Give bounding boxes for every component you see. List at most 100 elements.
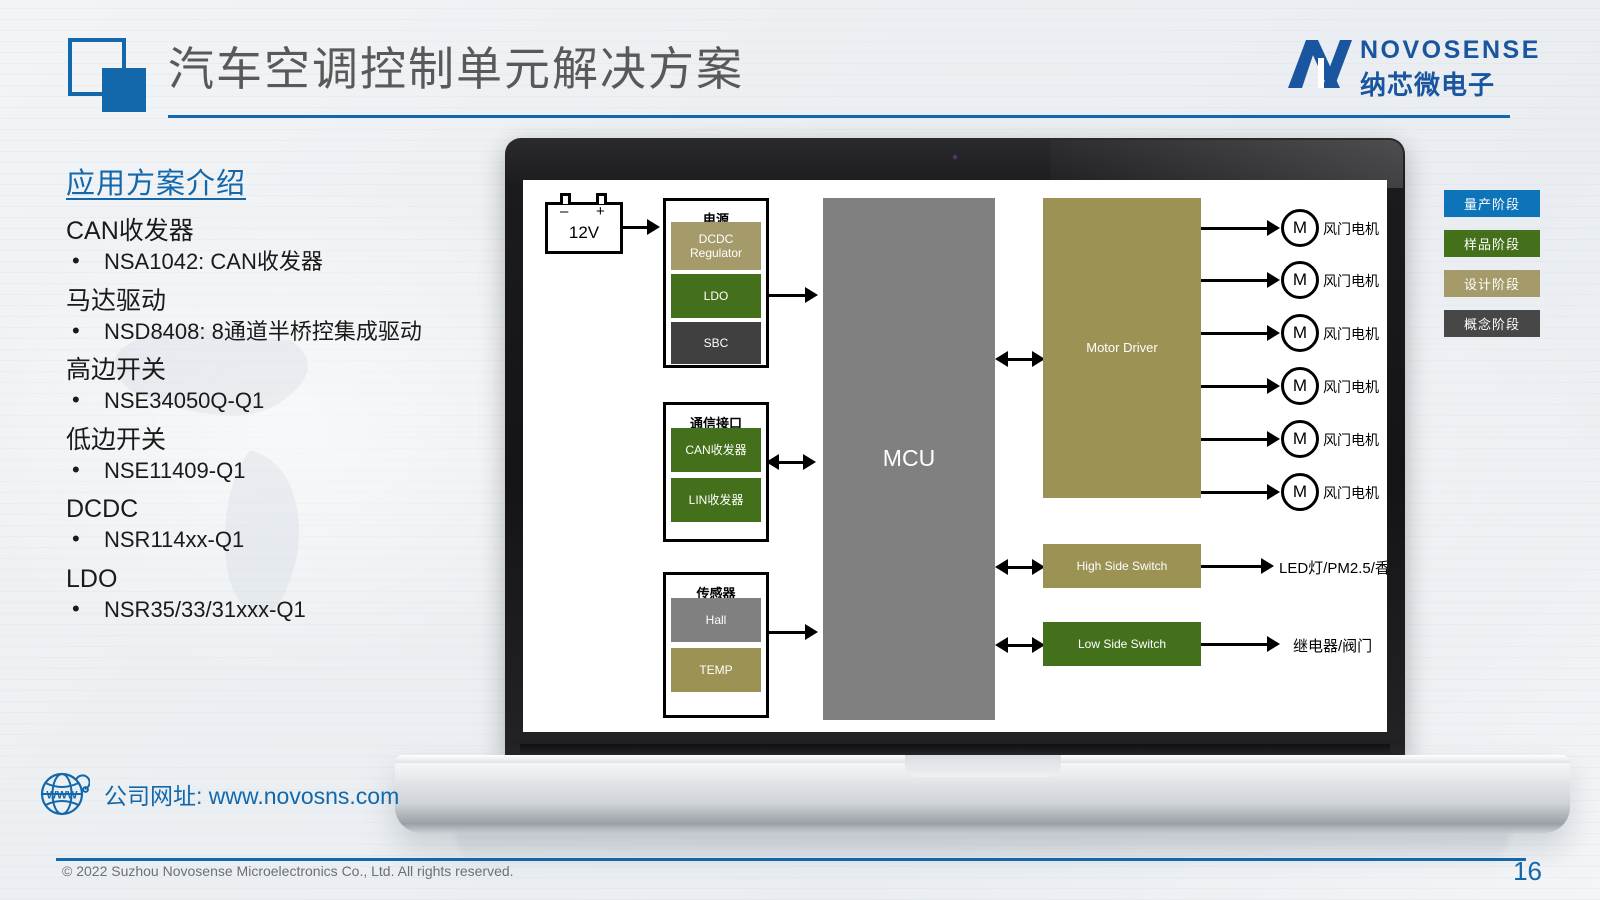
arrow-motor-4 [1267,378,1280,394]
block-label: LDO [703,288,729,303]
wire-motor-4 [1201,385,1269,388]
globe-www-icon: WWW [40,772,90,816]
legend-label: 量产阶段 [1463,197,1520,212]
motor-letter: M [1292,218,1308,237]
legend-label: 样品阶段 [1463,237,1520,252]
wire-battery-to-power [623,226,649,229]
sensor-group-box: 传感器 [663,572,769,718]
arrow-low-side-output [1267,636,1280,652]
wire-power-to-mcu [769,294,807,297]
arrow-high-side-left [995,559,1008,575]
block-label: LIN收发器 [688,492,744,507]
motor-label-1: 风门电机 [1323,221,1379,237]
block-label: Motor Driver [1086,340,1158,356]
block-hall-sensor: Hall [671,598,761,642]
company-website[interactable]: WWW 公司网址: www.novosns.com [38,768,399,820]
block-dcdc-regulator: DCDC Regulator [671,222,761,270]
svg-text:WWW: WWW [46,790,78,802]
motor-label-6: 风门电机 [1323,485,1379,501]
block-label: Hall [705,612,727,627]
square-filled [102,68,146,112]
page-number: 16 [1513,856,1542,886]
motor-symbol-4: M [1281,367,1319,405]
arrow-motor-1 [1267,220,1280,236]
legend-label: 设计阶段 [1463,277,1520,292]
wire-mcu-to-motor-driver [1004,358,1034,361]
block-mcu: MCU [823,198,995,720]
battery-voltage-label: 12V [568,223,600,242]
laptop-screen: – + 12V 电源 DCDC Regulator LDO SBC 通信接口 C… [523,180,1387,732]
block-sbc: SBC [671,322,761,364]
two-squares-icon [62,36,158,116]
wire-motor-2 [1201,279,1269,282]
wire-motor-6 [1201,491,1269,494]
legend-label: 概念阶段 [1463,317,1520,332]
legend-item-mass-production[interactable]: 量产阶段 [1444,190,1540,217]
motor-label-3: 风门电机 [1323,326,1379,342]
block-label: High Side Switch [1076,558,1168,573]
block-label: CAN收发器 [685,442,747,457]
arrow-motor-6 [1267,484,1280,500]
arrow-low-side-left [995,637,1008,653]
block-label: Low Side Switch [1077,636,1167,651]
motor-letter: M [1292,270,1308,289]
wire-motor-1 [1201,227,1269,230]
block-temp-sensor: TEMP [671,648,761,692]
company-website-text: 公司网址: www.novosns.com [104,783,400,809]
block-label: DCDC Regulator [689,231,743,260]
motor-label-5: 风门电机 [1323,432,1379,448]
arrow-motor-5 [1267,431,1280,447]
legend-item-concept[interactable]: 概念阶段 [1444,310,1540,337]
wire-comm-to-mcu [775,461,805,464]
arrow-comm-to-mcu-left [766,454,779,470]
brand-name-cn: 纳芯微电子 [1360,70,1496,100]
wire-high-side-output [1201,565,1263,568]
block-low-side-switch: Low Side Switch [1043,622,1201,666]
motor-symbol-2: M [1281,261,1319,299]
block-diagram: – + 12V 电源 DCDC Regulator LDO SBC 通信接口 C… [523,180,1387,732]
motor-letter: M [1292,482,1308,501]
motor-symbol-6: M [1281,473,1319,511]
novosense-n-mark-icon [1288,40,1352,88]
block-high-side-switch: High Side Switch [1043,544,1201,588]
battery-minus-sign: – [560,203,569,220]
arrow-sensor-to-mcu [805,624,818,640]
motor-label-4: 风门电机 [1323,379,1379,395]
brand-name-en: NOVOSENSE [1360,36,1541,64]
high-side-output-label: LED灯/PM2.5/香氛 [1279,560,1387,577]
motor-letter: M [1292,429,1308,448]
block-label: MCU [882,445,936,472]
maturity-legend: 量产阶段 样品阶段 设计阶段 概念阶段 [1444,190,1540,350]
block-motor-driver: Motor Driver [1043,198,1201,498]
title-divider [168,115,1510,118]
arrow-battery-to-power [647,219,660,235]
arrow-high-side-output [1261,558,1274,574]
wire-mcu-to-low-side [1004,644,1034,647]
legend-item-sample[interactable]: 样品阶段 [1444,230,1540,257]
arrow-mcu-motor-driver-left [995,351,1008,367]
footer-divider [56,858,1526,861]
block-label: SBC [703,335,729,350]
battery-plus-sign: + [596,203,605,220]
wire-motor-5 [1201,438,1269,441]
page-title: 汽车空调控制单元解决方案 [168,43,744,95]
arrow-comm-to-mcu-right [803,454,816,470]
low-side-output-label: 继电器/阀门 [1293,638,1373,655]
wire-motor-3 [1201,332,1269,335]
wire-sensor-to-mcu [769,631,807,634]
webcam-icon [952,154,958,160]
motor-letter: M [1292,323,1308,342]
arrow-motor-2 [1267,272,1280,288]
motor-symbol-3: M [1281,314,1319,352]
motor-symbol-5: M [1281,420,1319,458]
block-ldo: LDO [671,274,761,318]
battery-icon: – + 12V [545,193,623,254]
legend-item-design[interactable]: 设计阶段 [1444,270,1540,297]
block-lin-transceiver: LIN收发器 [671,478,761,522]
arrow-power-to-mcu [805,287,818,303]
motor-label-2: 风门电机 [1323,273,1379,289]
block-label: TEMP [699,662,733,677]
copyright-text: © 2022 Suzhou Novosense Microelectronics… [62,863,514,879]
laptop-mockup: – + 12V 电源 DCDC Regulator LDO SBC 通信接口 C… [395,138,1570,866]
motor-symbol-1: M [1281,209,1319,247]
